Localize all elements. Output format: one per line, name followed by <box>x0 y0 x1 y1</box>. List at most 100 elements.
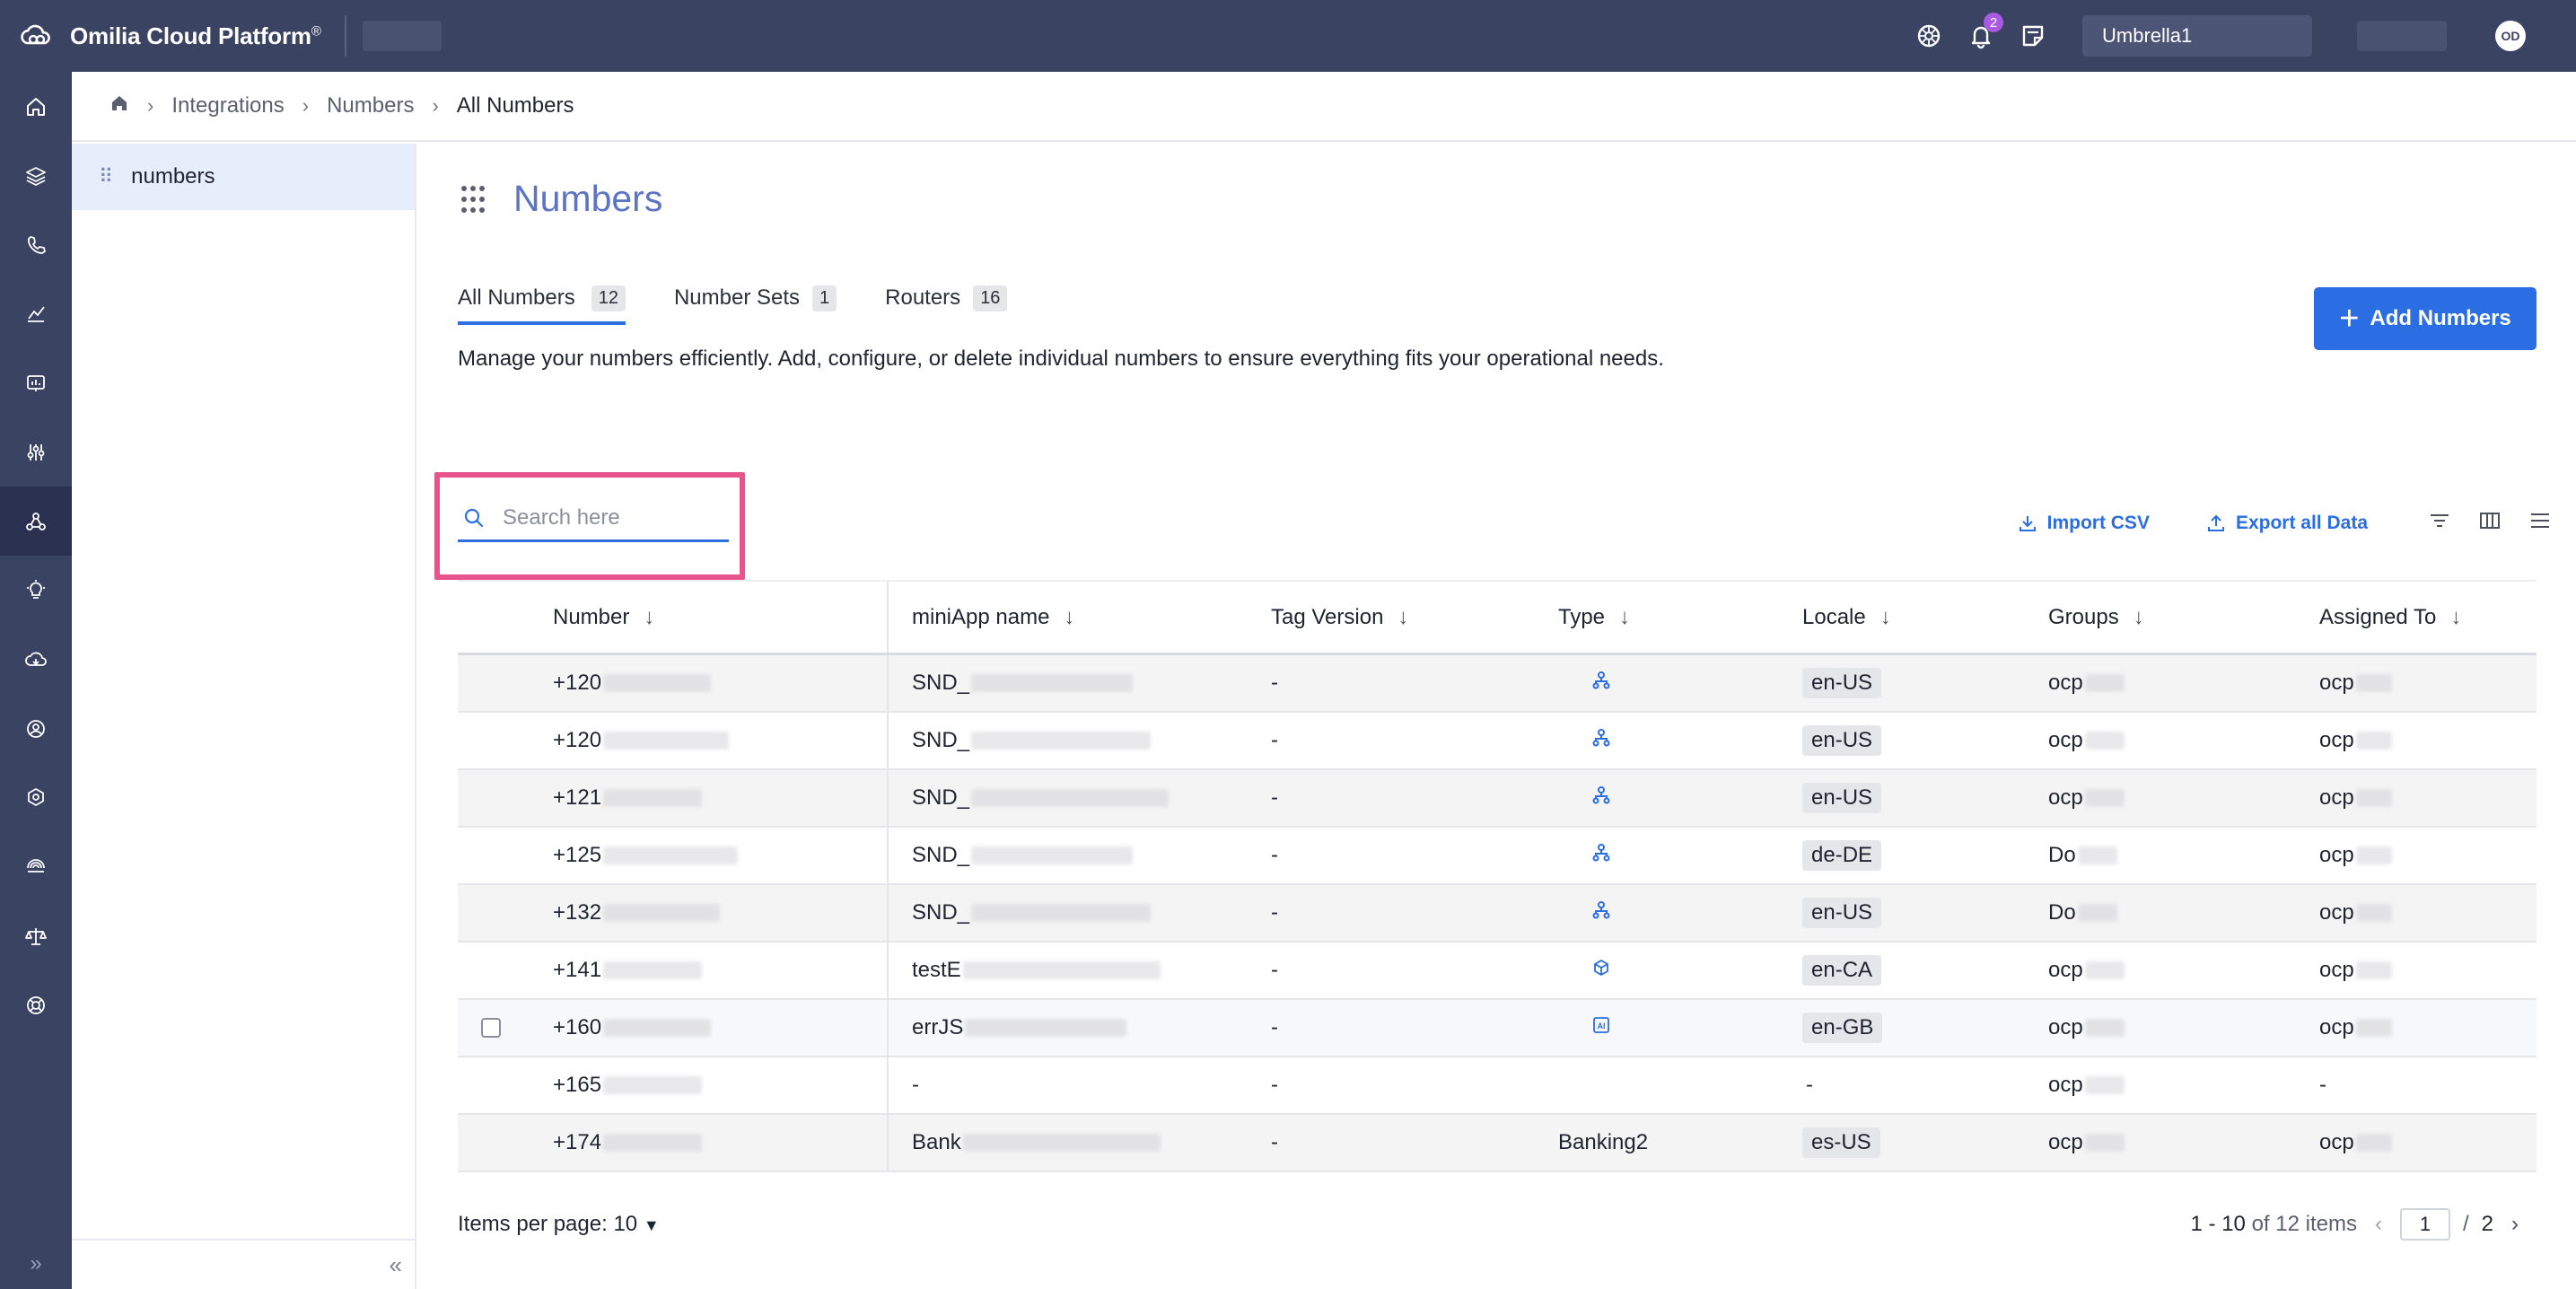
grid-dots-icon <box>461 185 485 213</box>
tab-routers[interactable]: Routers 16 <box>885 271 1008 325</box>
nav-phone[interactable] <box>0 210 72 279</box>
page-number-input[interactable]: 1 <box>2399 1208 2450 1241</box>
breadcrumb-home[interactable] <box>110 93 129 119</box>
cell-type <box>1591 943 1611 998</box>
nav-cloud[interactable] <box>0 625 72 694</box>
cell-tag-version: - <box>1271 958 1278 982</box>
column-header-number[interactable]: Number ↓ <box>553 582 654 653</box>
table-row[interactable]: +125 SND_ - de-DE Do ocp <box>458 828 2537 885</box>
cell-locale: de-DE <box>1802 828 1882 883</box>
cell-miniapp-name: testE <box>912 943 1161 998</box>
cell-tag-version: - <box>1271 900 1278 925</box>
table-row[interactable]: +174 Bank - Banking2 es-US ocp ocp <box>458 1115 2537 1172</box>
notes-button[interactable] <box>2007 0 2059 72</box>
sun-icon <box>1917 24 1941 48</box>
sort-arrow-icon: ↓ <box>1064 604 1075 629</box>
items-per-page-select[interactable]: 10 ▼ <box>613 1212 659 1236</box>
cell-tag-version: - <box>1271 728 1278 752</box>
table-footer: Items per page: 10 ▼ 1 - 10 of 12 items … <box>458 1199 2537 1250</box>
column-divider <box>887 655 889 711</box>
nav-layers[interactable] <box>0 141 72 210</box>
nav-settings[interactable] <box>0 763 72 832</box>
subnav-item-numbers[interactable]: ⠿ numbers <box>72 144 415 210</box>
app-logo[interactable]: Omilia Cloud Platform® <box>16 16 321 56</box>
notifications-button[interactable]: 2 <box>1955 0 2007 72</box>
table-row[interactable]: +132 SND_ - en-US Do ocp <box>458 885 2537 943</box>
nav-biometrics[interactable] <box>0 832 72 901</box>
locale-chip: es-US <box>1802 1127 1880 1158</box>
table-row[interactable]: +165 - - - ocp - <box>458 1057 2537 1115</box>
topbar-divider <box>344 15 346 57</box>
collapse-sidebar-button[interactable]: « <box>72 1239 415 1289</box>
redacted-text <box>603 961 703 979</box>
tab-all-numbers[interactable]: All Numbers 12 <box>458 271 626 325</box>
note-edit-icon <box>2022 25 2044 47</box>
caret-down-icon: ▼ <box>643 1216 660 1234</box>
nav-analytics[interactable] <box>0 279 72 348</box>
prev-page-button[interactable]: ‹ <box>2375 1212 2382 1237</box>
expand-nav-button[interactable]: » <box>0 1239 72 1289</box>
density-button[interactable] <box>2528 508 2553 538</box>
nav-settings-sliders[interactable] <box>0 417 72 487</box>
redacted-text <box>2355 1134 2392 1152</box>
table-row[interactable]: +121 SND_ - en-US ocp ocp <box>458 770 2537 828</box>
tab-label: Routers <box>885 285 961 310</box>
next-page-button[interactable]: › <box>2511 1212 2519 1237</box>
add-numbers-button[interactable]: + Add Numbers <box>2314 287 2537 350</box>
chevron-right-icon: › <box>302 94 310 117</box>
cell-groups: ocp <box>2048 770 2125 826</box>
redacted-text <box>2355 789 2392 807</box>
locale-chip: en-US <box>1802 898 1882 928</box>
nav-help[interactable] <box>0 970 72 1039</box>
column-header-miniapp[interactable]: miniApp name ↓ <box>912 582 1074 653</box>
theme-toggle-button[interactable] <box>1903 0 1955 72</box>
column-divider <box>887 713 889 768</box>
cell-groups: Do <box>2048 885 2117 941</box>
nav-insights[interactable] <box>0 556 72 625</box>
search-input[interactable] <box>503 504 718 531</box>
export-data-button[interactable]: Export all Data <box>2205 513 2368 534</box>
column-divider <box>887 885 889 941</box>
double-chevron-left-icon: « <box>389 1250 402 1278</box>
main-content: Numbers All Numbers 12 Number Sets 1 Rou… <box>418 144 2576 1289</box>
filter-button[interactable] <box>2427 508 2452 538</box>
upload-icon <box>2207 514 2224 531</box>
breadcrumb-numbers[interactable]: Numbers <box>327 93 414 118</box>
row-checkbox[interactable] <box>481 1018 501 1038</box>
table-row[interactable]: +160 errJS - AI en-GB ocp ocp <box>458 1000 2537 1057</box>
columns-button[interactable] <box>2477 508 2502 538</box>
cell-miniapp-name: SND_ <box>912 655 1134 711</box>
column-header-assigned-to[interactable]: Assigned To ↓ <box>2319 582 2461 653</box>
column-header-tag-version[interactable]: Tag Version ↓ <box>1271 582 1408 653</box>
nav-integrations[interactable] <box>0 487 72 556</box>
nav-compliance[interactable] <box>0 901 72 970</box>
column-header-locale[interactable]: Locale ↓ <box>1802 582 1891 653</box>
tab-bar: All Numbers 12 Number Sets 1 Routers 16 <box>458 271 1056 325</box>
sort-arrow-icon: ↓ <box>1398 604 1409 629</box>
user-avatar[interactable]: OD <box>2495 21 2526 51</box>
nav-dashboard[interactable] <box>0 348 72 417</box>
flow-icon <box>1591 671 1611 697</box>
table-row[interactable]: +120 SND_ - en-US ocp ocp <box>458 713 2537 770</box>
table-row[interactable]: +120 SND_ - en-US ocp ocp <box>458 655 2537 713</box>
numbers-table: Number ↓ miniApp name ↓ Tag Version ↓ Type ↓… <box>458 580 2537 1172</box>
tab-number-sets[interactable]: Number Sets 1 <box>674 271 837 325</box>
cell-number: +132 <box>553 885 721 941</box>
column-divider <box>887 1115 889 1171</box>
redacted-text <box>2077 846 2117 864</box>
redacted-text <box>2355 1019 2392 1037</box>
export-data-label: Export all Data <box>2235 512 2368 533</box>
breadcrumb-integrations[interactable]: Integrations <box>171 93 284 118</box>
column-header-groups[interactable]: Groups ↓ <box>2048 582 2144 653</box>
import-csv-button[interactable]: Import CSV <box>2017 513 2150 534</box>
column-header-type[interactable]: Type ↓ <box>1558 582 1630 653</box>
table-row[interactable]: +141 testE - en-CA ocp ocp <box>458 943 2537 1000</box>
settings-icon <box>28 787 44 806</box>
organization-select[interactable]: Umbrella1 <box>2082 15 2312 57</box>
nav-support[interactable] <box>0 694 72 763</box>
cell-type <box>1591 828 1611 883</box>
column-divider <box>887 1000 889 1056</box>
home-icon <box>27 97 45 116</box>
nav-home[interactable] <box>0 72 72 141</box>
redacted-text <box>603 674 712 692</box>
